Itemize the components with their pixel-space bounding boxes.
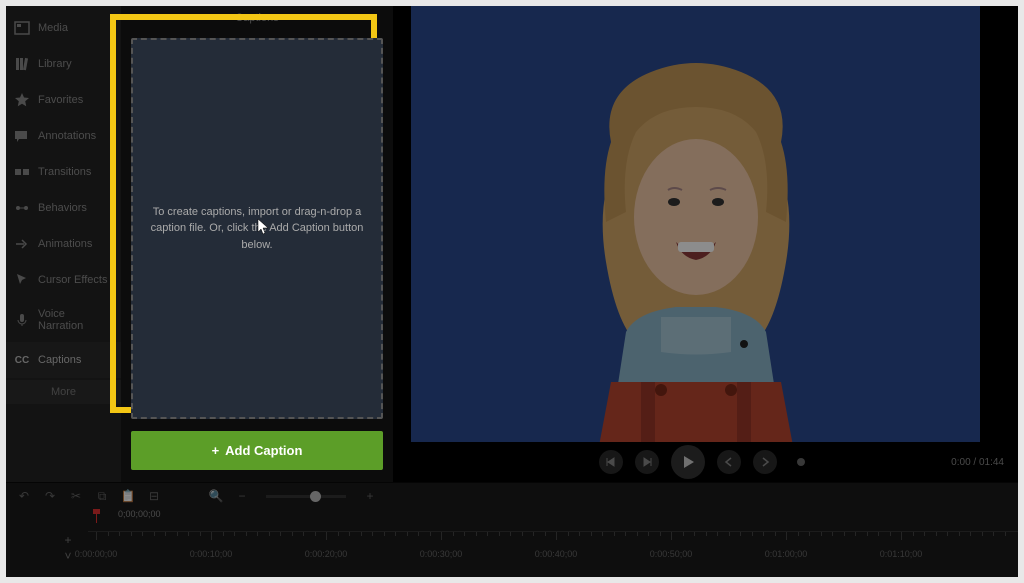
timeline-time-label: 0:00:50;00	[650, 549, 693, 559]
sidebar-item-label: Media	[38, 22, 68, 34]
split-button[interactable]: ⊟	[146, 488, 162, 504]
player-controls: 0:00 / 01:44	[393, 442, 1018, 482]
time-display: 0:00 / 01:44	[951, 457, 1004, 468]
timeline-time-label: 0:00:30;00	[420, 549, 463, 559]
playhead-time: 0;00;00;00	[118, 509, 161, 519]
sidebar: Media Library Favorites Annotations Tran…	[6, 6, 121, 482]
zoom-in-button[interactable]: +	[362, 488, 378, 504]
timeline-time-label: 0:00:20;00	[305, 549, 348, 559]
sidebar-more[interactable]: More	[6, 380, 121, 404]
behaviors-icon	[14, 200, 30, 216]
timeline-toolbar: ↶ ↷ ✂ ⧉ 📋 ⊟ 🔍 − +	[6, 483, 1018, 509]
redo-button[interactable]: ↷	[42, 488, 58, 504]
track-controls: + ˅	[61, 533, 75, 563]
prev-button[interactable]	[717, 450, 741, 474]
library-icon	[14, 56, 30, 72]
timeline-time-label: 0:01:10;00	[880, 549, 923, 559]
timeline-labels: 0:00:00;000:00:10;000:00:20;000:00:30;00…	[88, 545, 1018, 559]
cc-icon: CC	[14, 352, 30, 368]
zoom-slider[interactable]	[266, 495, 346, 498]
next-button[interactable]	[753, 450, 777, 474]
copy-button[interactable]: ⧉	[94, 488, 110, 504]
add-caption-button[interactable]: + Add Caption	[131, 431, 383, 470]
sidebar-item-library[interactable]: Library	[6, 46, 121, 82]
undo-button[interactable]: ↶	[16, 488, 32, 504]
sidebar-item-label: Library	[38, 58, 72, 70]
zoom-icon: 🔍	[208, 488, 224, 504]
timeline-time-label: 0:00:00;00	[75, 549, 118, 559]
video-frame-person	[516, 42, 876, 442]
sidebar-item-label: Favorites	[38, 94, 83, 106]
cut-button[interactable]: ✂	[68, 488, 84, 504]
timeline-time-label: 0:00:10;00	[190, 549, 233, 559]
sidebar-item-behaviors[interactable]: Behaviors	[6, 190, 121, 226]
panel-title: Captions	[121, 6, 393, 30]
collapse-track-button[interactable]: ˅	[61, 549, 75, 563]
sidebar-item-media[interactable]: Media	[6, 10, 121, 46]
sidebar-item-voice-narration[interactable]: Voice Narration	[6, 298, 121, 342]
timeline-time-label: 0:00:40;00	[535, 549, 578, 559]
preview-area: 0:00 / 01:44	[393, 6, 1018, 482]
transitions-icon	[14, 164, 30, 180]
caption-drop-zone[interactable]: To create captions, import or drag-n-dro…	[131, 38, 383, 419]
zoom-out-button[interactable]: −	[234, 488, 250, 504]
sidebar-item-label: Cursor Effects	[38, 274, 108, 286]
star-icon	[14, 92, 30, 108]
record-button[interactable]	[789, 450, 813, 474]
sidebar-item-label: Animations	[38, 238, 92, 250]
prev-frame-button[interactable]	[599, 450, 623, 474]
next-frame-button[interactable]	[635, 450, 659, 474]
captions-panel: Captions To create captions, import or d…	[121, 6, 393, 482]
video-preview[interactable]	[411, 6, 980, 442]
sidebar-item-transitions[interactable]: Transitions	[6, 154, 121, 190]
sidebar-item-label: Transitions	[38, 166, 91, 178]
annotations-icon	[14, 128, 30, 144]
sidebar-item-annotations[interactable]: Annotations	[6, 118, 121, 154]
paste-button[interactable]: 📋	[120, 488, 136, 504]
sidebar-item-favorites[interactable]: Favorites	[6, 82, 121, 118]
playhead-marker[interactable]	[96, 511, 97, 523]
add-track-button[interactable]: +	[61, 533, 75, 547]
mic-icon	[14, 312, 30, 328]
play-button[interactable]	[671, 445, 705, 479]
timeline: ↶ ↷ ✂ ⧉ 📋 ⊟ 🔍 − + + ˅ 0;00;00;00 0:00:00…	[6, 482, 1018, 577]
timeline-ruler[interactable]: 0;00;00;00	[88, 509, 1018, 531]
sidebar-item-captions[interactable]: CC Captions	[6, 342, 121, 378]
animations-icon	[14, 236, 30, 252]
sidebar-item-animations[interactable]: Animations	[6, 226, 121, 262]
add-caption-label: Add Caption	[225, 443, 302, 458]
cursor-icon	[14, 272, 30, 288]
sidebar-item-label: Voice Narration	[38, 308, 113, 332]
mouse-cursor-icon	[257, 218, 271, 236]
timeline-ticks	[88, 531, 1018, 545]
media-icon	[14, 20, 30, 36]
sidebar-item-label: Annotations	[38, 130, 96, 142]
timeline-time-label: 0:01:00;00	[765, 549, 808, 559]
plus-icon: +	[212, 443, 220, 458]
sidebar-item-cursor-effects[interactable]: Cursor Effects	[6, 262, 121, 298]
sidebar-item-label: Behaviors	[38, 202, 87, 214]
sidebar-item-label: Captions	[38, 354, 81, 366]
